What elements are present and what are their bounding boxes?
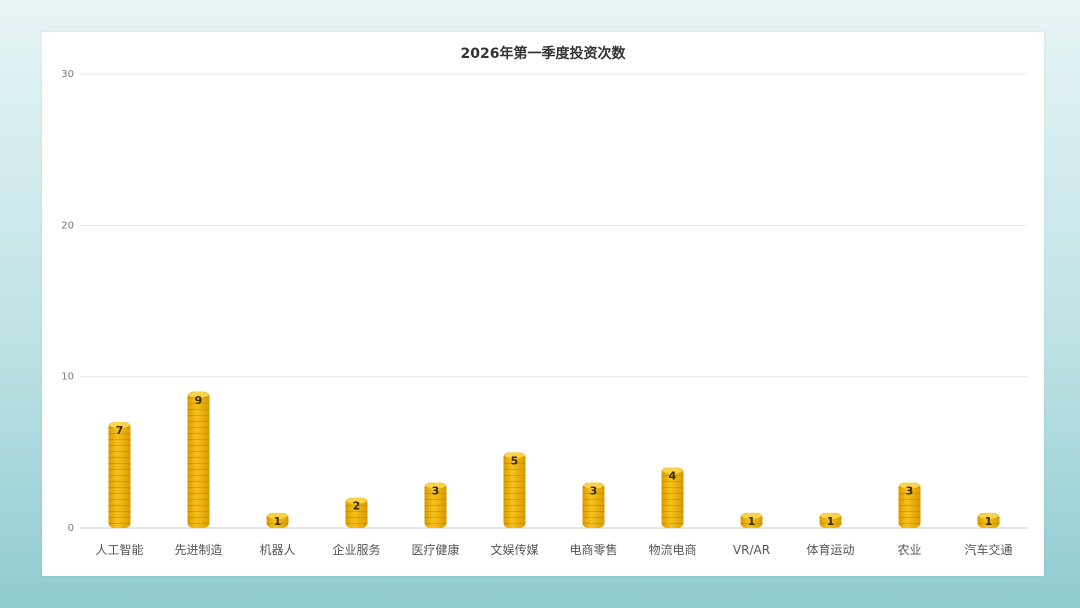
bar-group: 4	[661, 467, 684, 528]
data-label: 4	[669, 469, 677, 482]
data-label: 3	[432, 485, 440, 498]
x-tick-label: 医疗健康	[411, 542, 459, 557]
x-tick-label: 企业服务	[332, 542, 380, 557]
data-label: 1	[827, 515, 835, 528]
data-label: 3	[906, 485, 914, 498]
x-tick-label: 汽车交通	[964, 542, 1012, 557]
data-label: 1	[274, 515, 282, 528]
bar-group: 1	[977, 512, 1000, 528]
bar-group: 1	[740, 512, 763, 528]
data-label: 5	[511, 454, 519, 467]
bar-group: 7	[108, 422, 131, 528]
x-tick-label: 人工智能	[95, 542, 143, 557]
data-label: 9	[195, 394, 203, 407]
data-label: 1	[985, 515, 993, 528]
data-label: 7	[116, 424, 124, 437]
bar-chart: 2026年第一季度投资次数 0 10 20 30 7 9 1 2 3 5 3 4 1 1 3 1 人工智能 先…	[61, 45, 1028, 557]
x-axis: 人工智能 先进制造 机器人 企业服务 医疗健康 文娱传媒 电商零售 物流电商 VR/AR 体育运动…	[95, 542, 1012, 557]
bar-group: 1	[266, 512, 289, 528]
bar-texture	[187, 391, 210, 528]
x-tick-label: 物流电商	[648, 542, 696, 557]
y-tick-label: 20	[61, 220, 74, 231]
x-tick-label: VR/AR	[733, 543, 770, 557]
bar-group: 3	[582, 482, 605, 528]
bar-group: 1	[819, 512, 842, 528]
y-axis: 0 10 20 30	[61, 69, 74, 534]
x-tick-label: 体育运动	[806, 542, 854, 557]
bar-texture	[108, 422, 131, 528]
bar-group: 9	[187, 391, 210, 528]
x-tick-label: 电商零售	[569, 542, 617, 557]
grid-lines	[80, 73, 1028, 529]
chart-panel: 2026年第一季度投资次数 0 10 20 30 7 9 1 2 3 5 3 4 1 1 3 1 人工智能 先…	[42, 32, 1044, 576]
x-tick-label: 机器人	[259, 543, 295, 557]
y-tick-label: 10	[61, 372, 74, 383]
x-tick-label: 农业	[897, 543, 921, 557]
bar-group: 5	[503, 452, 526, 528]
bars: 7 9 1 2 3 5 3 4 1 1 3 1	[108, 391, 1000, 528]
bar-group: 2	[345, 497, 368, 528]
y-tick-label: 0	[68, 523, 74, 534]
y-tick-label: 30	[61, 69, 74, 80]
chart-title: 2026年第一季度投资次数	[461, 45, 627, 62]
data-label: 1	[748, 515, 756, 528]
bar-group: 3	[424, 482, 447, 528]
x-tick-label: 文娱传媒	[490, 542, 538, 557]
bar-group: 3	[898, 482, 921, 528]
data-label: 2	[353, 500, 361, 513]
x-tick-label: 先进制造	[174, 543, 222, 557]
data-label: 3	[590, 485, 598, 498]
